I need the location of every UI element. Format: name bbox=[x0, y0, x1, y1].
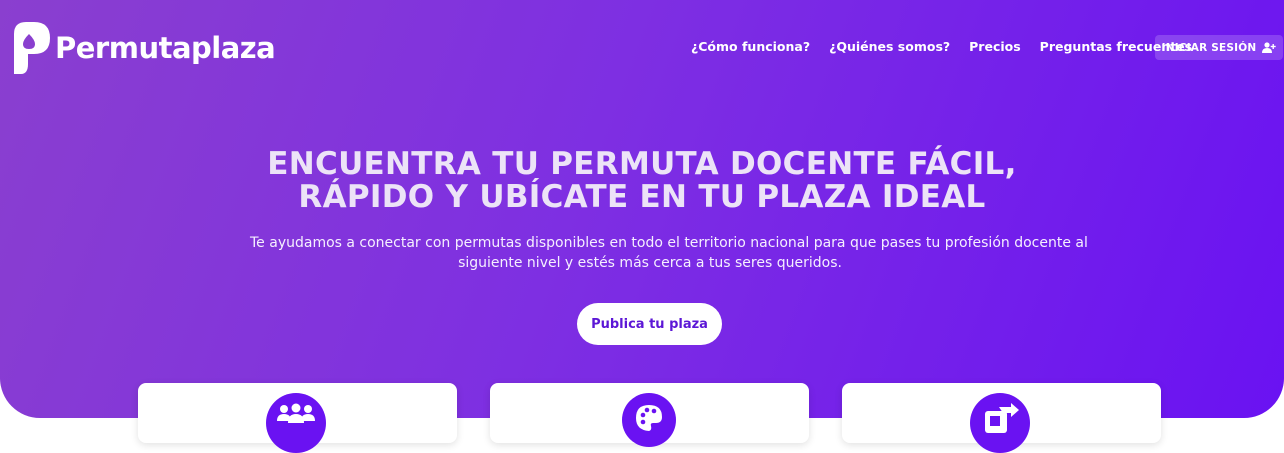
brand-logo[interactable]: Permutaplaza bbox=[8, 20, 276, 76]
subtitle-line-2: siguiente nivel y estés más cerca a tus … bbox=[458, 254, 842, 271]
login-label: INICIAR SESIÓN bbox=[1161, 41, 1257, 54]
hero-subtitle: Te ayudamos a conectar con permutas disp… bbox=[250, 234, 1088, 273]
publish-plaza-button[interactable]: Publica tu plaza bbox=[577, 303, 722, 345]
nav-quienes-somos[interactable]: ¿Quiénes somos? bbox=[829, 39, 950, 54]
nav-como-funciona[interactable]: ¿Cómo funciona? bbox=[691, 39, 810, 54]
palette-icon bbox=[622, 393, 676, 447]
headline-line-2: RÁPIDO Y UBÍCATE EN TU PLAZA IDEAL bbox=[298, 179, 986, 215]
users-group-icon bbox=[266, 393, 326, 453]
main-nav: ¿Cómo funciona? ¿Quiénes somos? Precios … bbox=[691, 39, 1192, 54]
feature-card-2 bbox=[490, 383, 809, 447]
user-plus-icon bbox=[1262, 42, 1277, 53]
subtitle-line-1: Te ayudamos a conectar con permutas disp… bbox=[250, 235, 1088, 251]
nav-precios[interactable]: Precios bbox=[969, 39, 1021, 54]
hero-section: Permutaplaza ¿Cómo funciona? ¿Quiénes so… bbox=[0, 0, 1284, 418]
feature-card-1 bbox=[138, 383, 457, 453]
share-document-icon bbox=[970, 393, 1030, 453]
brand-name: Permutaplaza bbox=[55, 31, 276, 65]
hero-headline: ENCUENTRA TU PERMUTA DOCENTE FÁCIL, RÁPI… bbox=[0, 148, 1284, 214]
feature-card-3 bbox=[842, 383, 1161, 453]
headline-line-1: ENCUENTRA TU PERMUTA DOCENTE FÁCIL, bbox=[267, 146, 1017, 182]
p-drop-logo-icon bbox=[8, 20, 52, 76]
login-button[interactable]: INICIAR SESIÓN bbox=[1155, 35, 1283, 60]
